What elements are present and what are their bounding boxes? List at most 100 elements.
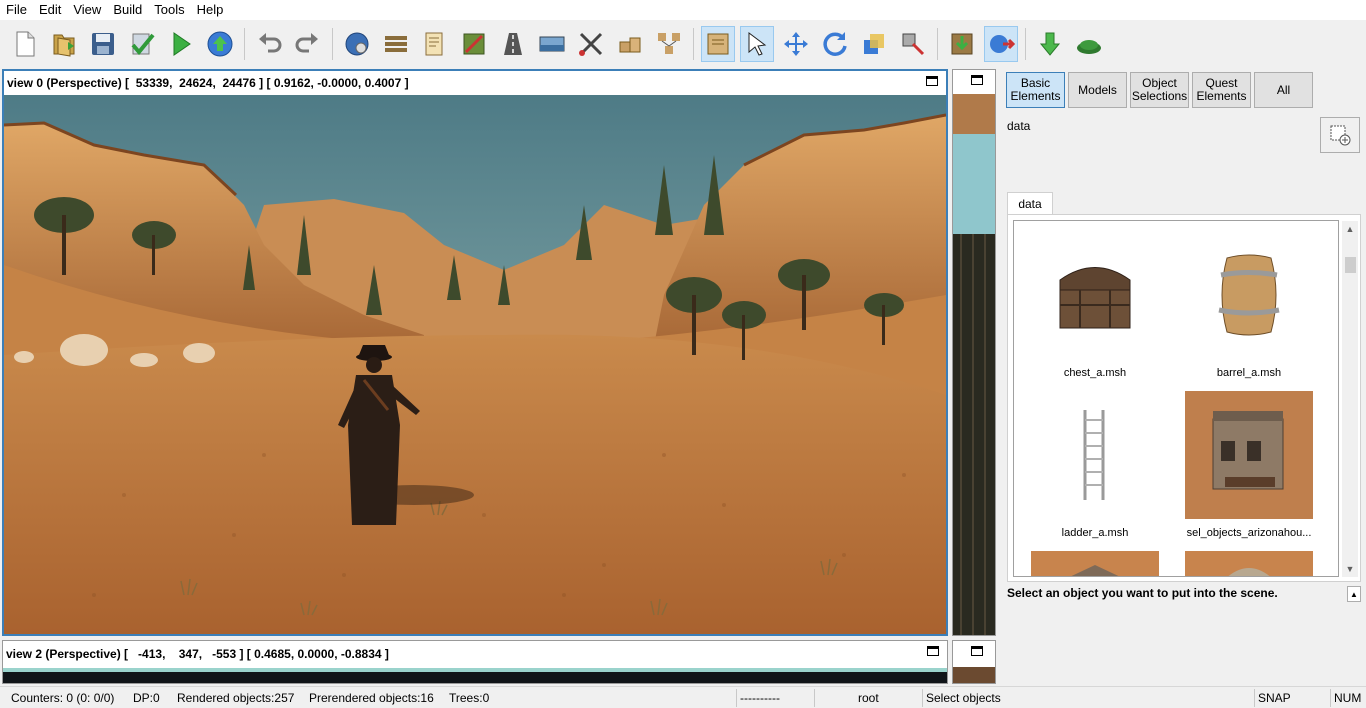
- subtab-data[interactable]: data: [1007, 192, 1053, 214]
- asset-item[interactable]: [1174, 551, 1324, 576]
- menu-edit[interactable]: Edit: [33, 0, 67, 20]
- road-icon: [504, 33, 522, 55]
- script-button[interactable]: [418, 26, 452, 62]
- tab-quest-elements[interactable]: Quest Elements: [1192, 72, 1251, 108]
- scale-button[interactable]: [857, 26, 891, 62]
- viewport-title: view 0 (Perspective) [ 53339, 24624, 244…: [7, 76, 409, 90]
- export-button[interactable]: [984, 26, 1018, 62]
- main-toolbar: [0, 21, 1366, 67]
- tab-models[interactable]: Models: [1068, 72, 1127, 108]
- select-button[interactable]: [740, 26, 774, 62]
- house-icon: [1185, 391, 1313, 519]
- asset-item[interactable]: chest_a.msh: [1020, 231, 1170, 379]
- separator: [693, 28, 694, 60]
- download-button[interactable]: [1033, 26, 1067, 62]
- asset-item[interactable]: [1020, 551, 1170, 576]
- status-dashes: ----------: [740, 691, 780, 705]
- browse-button[interactable]: [1320, 117, 1360, 153]
- maximize-icon[interactable]: [927, 646, 939, 656]
- status-mode: Select objects: [926, 691, 1001, 705]
- scroll-thumb[interactable]: [1345, 257, 1356, 273]
- upload-button[interactable]: [203, 26, 237, 62]
- asset-grid-scrollbar[interactable]: ▲ ▼: [1342, 221, 1358, 577]
- viewport-header: view 0 (Perspective) [ 53339, 24624, 244…: [4, 71, 946, 95]
- barrel-icon: [1185, 231, 1313, 359]
- redo-button[interactable]: [291, 26, 325, 62]
- open-folder-icon: [53, 34, 75, 57]
- object-browser-panel: Basic Elements Models Object Selections …: [1003, 69, 1366, 686]
- transform-icon: [902, 33, 925, 56]
- undo-icon: [259, 33, 282, 53]
- viewport-main[interactable]: view 0 (Perspective) [ 53339, 24624, 244…: [2, 69, 948, 636]
- ladder-icon: [1031, 391, 1159, 519]
- map-book-icon: [707, 33, 729, 55]
- viewport-side[interactable]: [952, 69, 996, 636]
- menu-bar: File Edit View Build Tools Help: [0, 0, 1366, 20]
- import-button[interactable]: [945, 26, 979, 62]
- terrain-button[interactable]: [1072, 26, 1106, 62]
- asset-item[interactable]: sel_objects_arizonahou...: [1174, 391, 1324, 539]
- undo-button[interactable]: [252, 26, 286, 62]
- check-button[interactable]: [125, 26, 159, 62]
- open-button[interactable]: [47, 26, 81, 62]
- asset-item[interactable]: barrel_a.msh: [1174, 231, 1324, 379]
- world-settings-button[interactable]: [340, 26, 374, 62]
- save-icon: [92, 33, 114, 55]
- group-icon: [658, 33, 680, 54]
- separator: [937, 28, 938, 60]
- viewport-bottom[interactable]: view 2 (Perspective) [ -413, 347, -553 ]…: [2, 640, 948, 684]
- scene-render[interactable]: [4, 95, 946, 634]
- status-trees: Trees:0: [449, 691, 490, 705]
- status-snap: SNAP: [1258, 691, 1291, 705]
- asset-label: barrel_a.msh: [1216, 367, 1282, 379]
- terrain-paint-button[interactable]: [457, 26, 491, 62]
- tab-object-selections[interactable]: Object Selections: [1130, 72, 1189, 108]
- separator: [1330, 689, 1331, 707]
- scroll-up-icon[interactable]: ▲: [1342, 221, 1358, 237]
- maximize-icon[interactable]: [971, 646, 983, 656]
- asset-label: ladder_a.msh: [1061, 527, 1129, 539]
- water-button[interactable]: [535, 26, 569, 62]
- menu-build[interactable]: Build: [107, 0, 148, 20]
- menu-view[interactable]: View: [67, 0, 107, 20]
- scale-icon: [864, 34, 884, 54]
- play-button[interactable]: [164, 26, 198, 62]
- layers-button[interactable]: [379, 26, 413, 62]
- tab-basic-elements[interactable]: Basic Elements: [1006, 72, 1065, 108]
- viewport-bottom-side[interactable]: [952, 640, 996, 684]
- roof-icon: [1031, 551, 1159, 576]
- status-bar: Counters: 0 (0: 0/0) DP:0 Rendered objec…: [0, 686, 1366, 708]
- tab-all[interactable]: All: [1254, 72, 1313, 108]
- asset-grid-frame: chest_a.msh barrel_a.msh ladder_a.msh se…: [1007, 214, 1361, 582]
- menu-tools[interactable]: Tools: [148, 0, 190, 20]
- road-button[interactable]: [496, 26, 530, 62]
- menu-help[interactable]: Help: [191, 0, 230, 20]
- transform-button[interactable]: [896, 26, 930, 62]
- asset-item[interactable]: ladder_a.msh: [1020, 391, 1170, 539]
- objects-button[interactable]: [613, 26, 647, 62]
- new-file-button[interactable]: [8, 26, 42, 62]
- tools-button[interactable]: [574, 26, 608, 62]
- separator: [1025, 28, 1026, 60]
- move-icon: [784, 32, 808, 56]
- menu-file[interactable]: File: [0, 0, 33, 20]
- separator: [814, 689, 815, 707]
- separator: [922, 689, 923, 707]
- status-num: NUM: [1334, 691, 1362, 705]
- current-path: data: [1007, 119, 1031, 133]
- collapse-icon[interactable]: ▲: [1347, 586, 1361, 602]
- rotate-button[interactable]: [818, 26, 852, 62]
- move-button[interactable]: [779, 26, 813, 62]
- maximize-icon[interactable]: [926, 76, 938, 86]
- upload-icon: [207, 31, 233, 57]
- import-icon: [951, 33, 973, 55]
- terrain-icon: [1077, 40, 1101, 54]
- map-button[interactable]: [701, 26, 735, 62]
- save-button[interactable]: [86, 26, 120, 62]
- scroll-down-icon[interactable]: ▼: [1342, 561, 1358, 577]
- maximize-icon[interactable]: [971, 75, 983, 85]
- status-dp: DP:0: [133, 691, 160, 705]
- status-prerendered: Prerendered objects:16: [309, 691, 434, 705]
- group-button[interactable]: [652, 26, 686, 62]
- asset-label: chest_a.msh: [1063, 367, 1127, 379]
